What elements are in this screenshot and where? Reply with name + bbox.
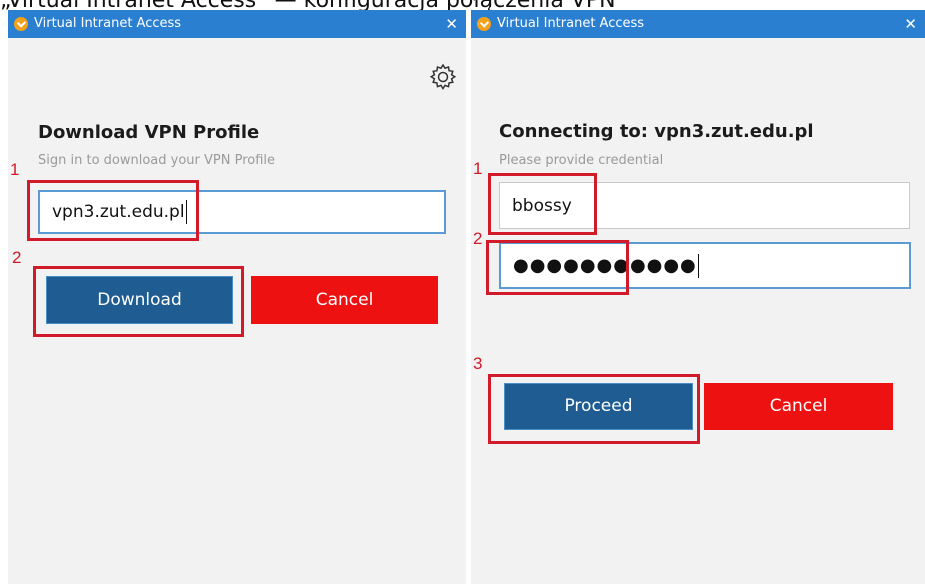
annotation-step-1: 1: [10, 160, 20, 179]
username-input[interactable]: bbossy: [499, 182, 910, 229]
document-text-fragment: „Virtual Intranet Access” — konfiguracja…: [0, 0, 925, 10]
cancel-button[interactable]: Cancel: [251, 276, 438, 324]
app-logo-icon: [14, 17, 28, 31]
server-address-input[interactable]: vpn3.zut.edu.pl: [38, 190, 446, 234]
subtitle: Sign in to download your VPN Profile: [38, 153, 276, 168]
text-caret: [697, 253, 699, 278]
text-caret: [185, 200, 187, 224]
close-icon[interactable]: ✕: [904, 10, 917, 38]
annotation-step-3: 3: [473, 354, 483, 373]
title-bar: Virtual Intranet Access ✕: [8, 10, 466, 38]
subtitle: Please provide credential: [499, 153, 664, 168]
username-value: bbossy: [512, 195, 572, 216]
connect-window: Virtual Intranet Access ✕ Connecting to:…: [471, 10, 925, 584]
annotation-step-2: 2: [473, 229, 483, 248]
download-profile-window: Virtual Intranet Access ✕ Download VPN P…: [8, 10, 466, 584]
page-title: Connecting to: vpn3.zut.edu.pl: [499, 121, 814, 142]
proceed-button[interactable]: Proceed: [504, 383, 693, 430]
server-address-value: vpn3.zut.edu.pl: [52, 202, 185, 222]
password-input[interactable]: ●●●●●●●●●●●: [499, 242, 911, 289]
cancel-button[interactable]: Cancel: [704, 383, 893, 430]
gear-icon[interactable]: [428, 62, 458, 92]
close-icon[interactable]: ✕: [445, 10, 458, 38]
password-mask: ●●●●●●●●●●●: [513, 255, 697, 276]
window-title: Virtual Intranet Access: [497, 16, 645, 31]
annotation-step-1: 1: [473, 159, 483, 178]
title-bar: Virtual Intranet Access ✕: [471, 10, 925, 38]
window-title: Virtual Intranet Access: [34, 16, 182, 31]
download-button[interactable]: Download: [46, 276, 233, 324]
app-logo-icon: [477, 17, 491, 31]
annotation-step-2: 2: [12, 248, 22, 267]
page-title: Download VPN Profile: [38, 122, 260, 143]
